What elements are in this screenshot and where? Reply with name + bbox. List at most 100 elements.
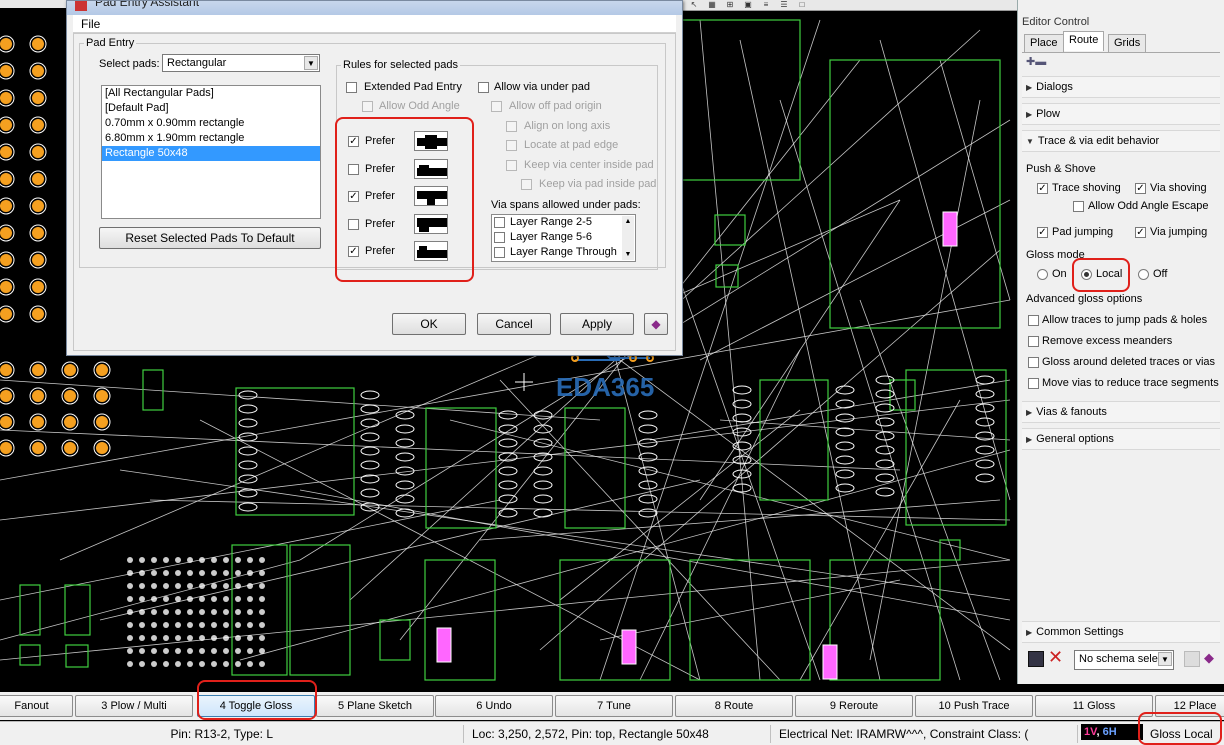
- via-spans-scrollbar[interactable]: ▲ ▼: [622, 216, 634, 260]
- via-span-item[interactable]: Layer Range 5-6: [492, 230, 635, 245]
- pad-entry-shape-swatch[interactable]: [414, 241, 448, 261]
- section-plow[interactable]: ▶ Plow: [1022, 103, 1220, 125]
- bga-pad: [32, 227, 44, 239]
- adv-gloss-checkbox[interactable]: [1028, 336, 1039, 347]
- extended-pad-entry-label: Extended Pad Entry: [364, 81, 462, 93]
- chevron-down-icon[interactable]: ▼: [1158, 652, 1172, 666]
- select-pads-dropdown[interactable]: Rectangular ▼: [162, 54, 320, 72]
- trace-shoving-checkbox[interactable]: ✓: [1037, 183, 1048, 194]
- gloss-local-radio[interactable]: [1081, 269, 1092, 280]
- pad-entry-shape-swatch[interactable]: [414, 186, 448, 206]
- save-icon[interactable]: [1028, 651, 1044, 667]
- help-book-icon[interactable]: ◆: [1204, 650, 1214, 666]
- route-icon[interactable]: ⊞: [723, 0, 737, 10]
- locate-pad-edge-checkbox[interactable]: [506, 140, 517, 151]
- fkey-button[interactable]: 5 Plane Sketch: [316, 695, 434, 717]
- prefer-checkbox[interactable]: ✓: [348, 136, 359, 147]
- tab-place[interactable]: Place: [1024, 34, 1064, 52]
- allow-odd-angle-checkbox[interactable]: [362, 101, 373, 112]
- section-general-options[interactable]: ▶ General options: [1022, 428, 1220, 450]
- fkey-button[interactable]: 9 Reroute: [795, 695, 913, 717]
- fkey-button[interactable]: 10 Push Trace: [915, 695, 1033, 717]
- gloss-on-radio[interactable]: [1037, 269, 1048, 280]
- pad-jumping-checkbox[interactable]: ✓: [1037, 227, 1048, 238]
- help-book-icon[interactable]: ◆: [644, 313, 668, 335]
- smd-pad: [835, 399, 855, 409]
- smd-pad: [835, 441, 855, 451]
- keep-via-pad-checkbox[interactable]: [521, 179, 532, 190]
- via-spans-list[interactable]: Layer Range 2-5 Layer Range 5-6 Layer Ra…: [491, 214, 636, 262]
- bga-pad: [0, 390, 12, 402]
- prefer-checkbox[interactable]: ✓: [348, 191, 359, 202]
- section-trace-via[interactable]: ▼ Trace & via edit behavior: [1022, 130, 1220, 152]
- cancel-button[interactable]: Cancel: [477, 313, 551, 335]
- prefer-checkbox[interactable]: [348, 219, 359, 230]
- list-icon[interactable]: ☰: [777, 0, 791, 10]
- pad-list-item[interactable]: 6.80mm x 1.90mm rectangle: [102, 131, 320, 146]
- tab-route[interactable]: Route: [1063, 31, 1105, 51]
- bga-ball: [223, 557, 229, 563]
- window-icon[interactable]: □: [795, 0, 809, 10]
- align-long-axis-checkbox[interactable]: [506, 121, 517, 132]
- via-span-item[interactable]: Layer Range Through: [492, 245, 635, 260]
- allow-off-pad-origin-checkbox[interactable]: [491, 101, 502, 112]
- tab-grids[interactable]: Grids: [1108, 34, 1147, 52]
- allow-via-under-pad-checkbox[interactable]: [478, 82, 489, 93]
- pad-list-item-selected[interactable]: Rectangle 50x48: [102, 146, 320, 161]
- ok-button[interactable]: OK: [392, 313, 466, 335]
- via-span-checkbox[interactable]: [494, 217, 505, 228]
- smd-pad: [498, 494, 518, 504]
- prefer-checkbox[interactable]: [348, 164, 359, 175]
- pad-list-item[interactable]: 0.70mm x 0.90mm rectangle: [102, 116, 320, 131]
- schema-select[interactable]: No schema selec ▼: [1074, 650, 1174, 670]
- component-outline: [289, 544, 351, 676]
- allow-odd-angle-escape-checkbox[interactable]: [1073, 201, 1084, 212]
- bga-ball: [223, 622, 229, 628]
- delete-icon[interactable]: ✕: [1048, 647, 1063, 668]
- bga-pad: [32, 364, 44, 376]
- fkey-button[interactable]: 7 Tune: [555, 695, 673, 717]
- route-mode-icon[interactable]: ✚▬: [1026, 55, 1046, 68]
- extended-pad-entry-checkbox[interactable]: [346, 82, 357, 93]
- bga-ball: [223, 570, 229, 576]
- fkey-button[interactable]: 6 Undo: [435, 695, 553, 717]
- reset-pads-button[interactable]: Reset Selected Pads To Default: [99, 227, 321, 249]
- adv-gloss-checkbox[interactable]: [1028, 378, 1039, 389]
- section-vias-fanouts[interactable]: ▶ Vias & fanouts: [1022, 401, 1220, 423]
- pad-list-item[interactable]: [All Rectangular Pads]: [102, 86, 320, 101]
- fkey-button[interactable]: Fanout: [0, 695, 73, 717]
- prefer-checkbox[interactable]: ✓: [348, 246, 359, 257]
- gloss-off-radio[interactable]: [1138, 269, 1149, 280]
- fkey-button[interactable]: 3 Plow / Multi: [75, 695, 193, 717]
- fkey-button[interactable]: 12 Place: [1155, 695, 1224, 717]
- via-span-checkbox[interactable]: [494, 247, 505, 258]
- via-span-item[interactable]: Layer Range 2-5: [492, 215, 635, 230]
- dialog-titlebar[interactable]: Pad Entry Assistant: [67, 1, 682, 15]
- pad-entry-shape-swatch[interactable]: [414, 159, 448, 179]
- via-shoving-checkbox[interactable]: ✓: [1135, 183, 1146, 194]
- pad-list[interactable]: [All Rectangular Pads] [Default Pad] 0.7…: [101, 85, 321, 219]
- pad-entry-shape-swatch[interactable]: [414, 214, 448, 234]
- menu-file[interactable]: File: [81, 17, 100, 31]
- section-dialogs[interactable]: ▶ Dialogs: [1022, 76, 1220, 98]
- adv-gloss-checkbox[interactable]: [1028, 315, 1039, 326]
- bga-pad: [0, 65, 12, 77]
- grid-icon[interactable]: ▦: [705, 0, 719, 10]
- fkey-button[interactable]: 11 Gloss: [1035, 695, 1153, 717]
- chip-icon[interactable]: ▣: [741, 0, 755, 10]
- copy-icon[interactable]: [1184, 651, 1200, 667]
- pad-list-item[interactable]: [Default Pad]: [102, 101, 320, 116]
- fkey-button[interactable]: 4 Toggle Gloss: [197, 695, 315, 717]
- adv-gloss-checkbox[interactable]: [1028, 357, 1039, 368]
- ratsnest-line: [719, 419, 1011, 441]
- pointer-icon[interactable]: ↖: [687, 0, 701, 10]
- keep-via-center-checkbox[interactable]: [506, 160, 517, 171]
- via-span-checkbox[interactable]: [494, 232, 505, 243]
- pad-entry-shape-swatch[interactable]: [414, 131, 448, 151]
- apply-button[interactable]: Apply: [560, 313, 634, 335]
- layers-icon[interactable]: ≡: [759, 0, 773, 10]
- via-jumping-checkbox[interactable]: ✓: [1135, 227, 1146, 238]
- fkey-button[interactable]: 8 Route: [675, 695, 793, 717]
- section-common-settings[interactable]: ▶ Common Settings: [1022, 621, 1220, 643]
- chevron-down-icon[interactable]: ▼: [304, 56, 318, 70]
